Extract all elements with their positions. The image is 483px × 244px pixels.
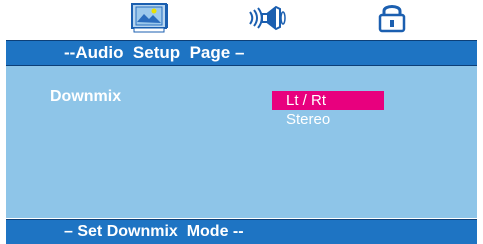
- tab-video-setup[interactable]: [130, 2, 170, 36]
- value-item-stereo[interactable]: Stereo: [272, 110, 384, 129]
- downmix-value-list: Lt / Rt Stereo: [272, 91, 384, 129]
- dvd-setup-screen: --Audio Setup Page – Downmix Lt / Rt Ste…: [0, 0, 483, 244]
- value-item-lt-rt[interactable]: Lt / Rt: [272, 91, 384, 110]
- option-label-downmix[interactable]: Downmix: [50, 88, 121, 106]
- page-header-bar: --Audio Setup Page –: [6, 40, 477, 66]
- tab-audio-setup[interactable]: [248, 2, 288, 36]
- status-hint-text: – Set Downmix Mode --: [64, 223, 244, 240]
- tab-password-setup[interactable]: [376, 2, 408, 36]
- settings-panel: Downmix Lt / Rt Stereo: [6, 66, 477, 218]
- video-setup-icon: [131, 3, 168, 33]
- status-hint-bar: – Set Downmix Mode --: [6, 219, 477, 244]
- padlock-icon: [378, 5, 406, 33]
- audio-speaker-icon: [249, 5, 286, 31]
- setup-tab-bar: [6, 0, 477, 40]
- page-title: --Audio Setup Page –: [64, 43, 245, 62]
